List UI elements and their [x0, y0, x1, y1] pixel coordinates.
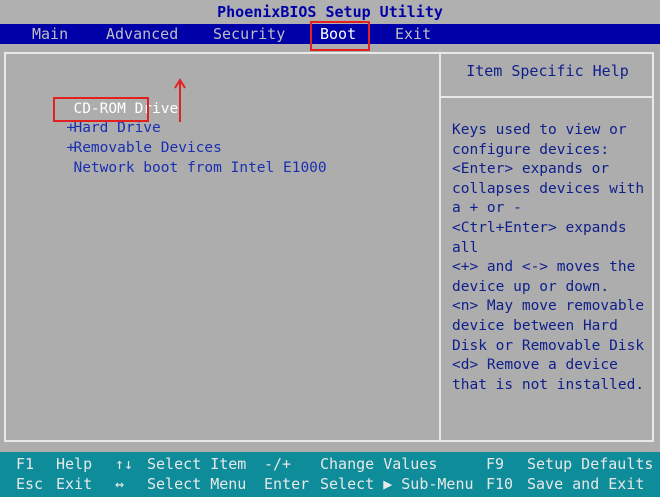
key-f1-label: Help: [56, 455, 93, 473]
arrow-up-icon: [174, 78, 186, 122]
key-updown-label: Select Item: [147, 455, 247, 473]
key-leftright-label: Select Menu: [147, 475, 247, 493]
menu-advanced[interactable]: Advanced: [106, 24, 178, 44]
menu-exit[interactable]: Exit: [395, 24, 431, 44]
annotation-box-boot: [310, 21, 370, 51]
help-text: Keys used to view or configure devices: …: [452, 122, 645, 393]
key-f9: F9: [486, 455, 505, 473]
help-divider: [441, 96, 654, 98]
updown-arrows-icon: ↑↓: [115, 455, 134, 473]
key-f1: F1: [16, 455, 35, 473]
boot-item-network[interactable]: Network boot from Intel E1000: [56, 140, 327, 178]
key-minus-plus: -/+: [264, 455, 292, 473]
menu-main[interactable]: Main: [32, 24, 68, 44]
menu-security[interactable]: Security: [213, 24, 285, 44]
key-minus-plus-label: Change Values: [320, 455, 438, 473]
key-enter-label: Select ▶ Sub-Menu: [320, 475, 474, 493]
key-esc-label: Exit: [56, 475, 93, 493]
key-f10-label: Save and Exit: [527, 475, 645, 493]
key-legend-bar: F1 Help ↑↓ Select Item -/+ Change Values…: [0, 452, 660, 497]
annotation-box-hard-drive: [53, 97, 149, 122]
key-enter: Enter: [264, 475, 310, 493]
boot-item-label: Network boot from Intel E1000: [73, 160, 327, 176]
help-title: Item Specific Help: [466, 62, 629, 80]
key-esc: Esc: [16, 475, 44, 493]
panel-divider: [439, 52, 441, 442]
key-f10: F10: [486, 475, 514, 493]
key-f9-label: Setup Defaults: [527, 455, 654, 473]
leftright-arrows-icon: ↔: [115, 475, 125, 493]
